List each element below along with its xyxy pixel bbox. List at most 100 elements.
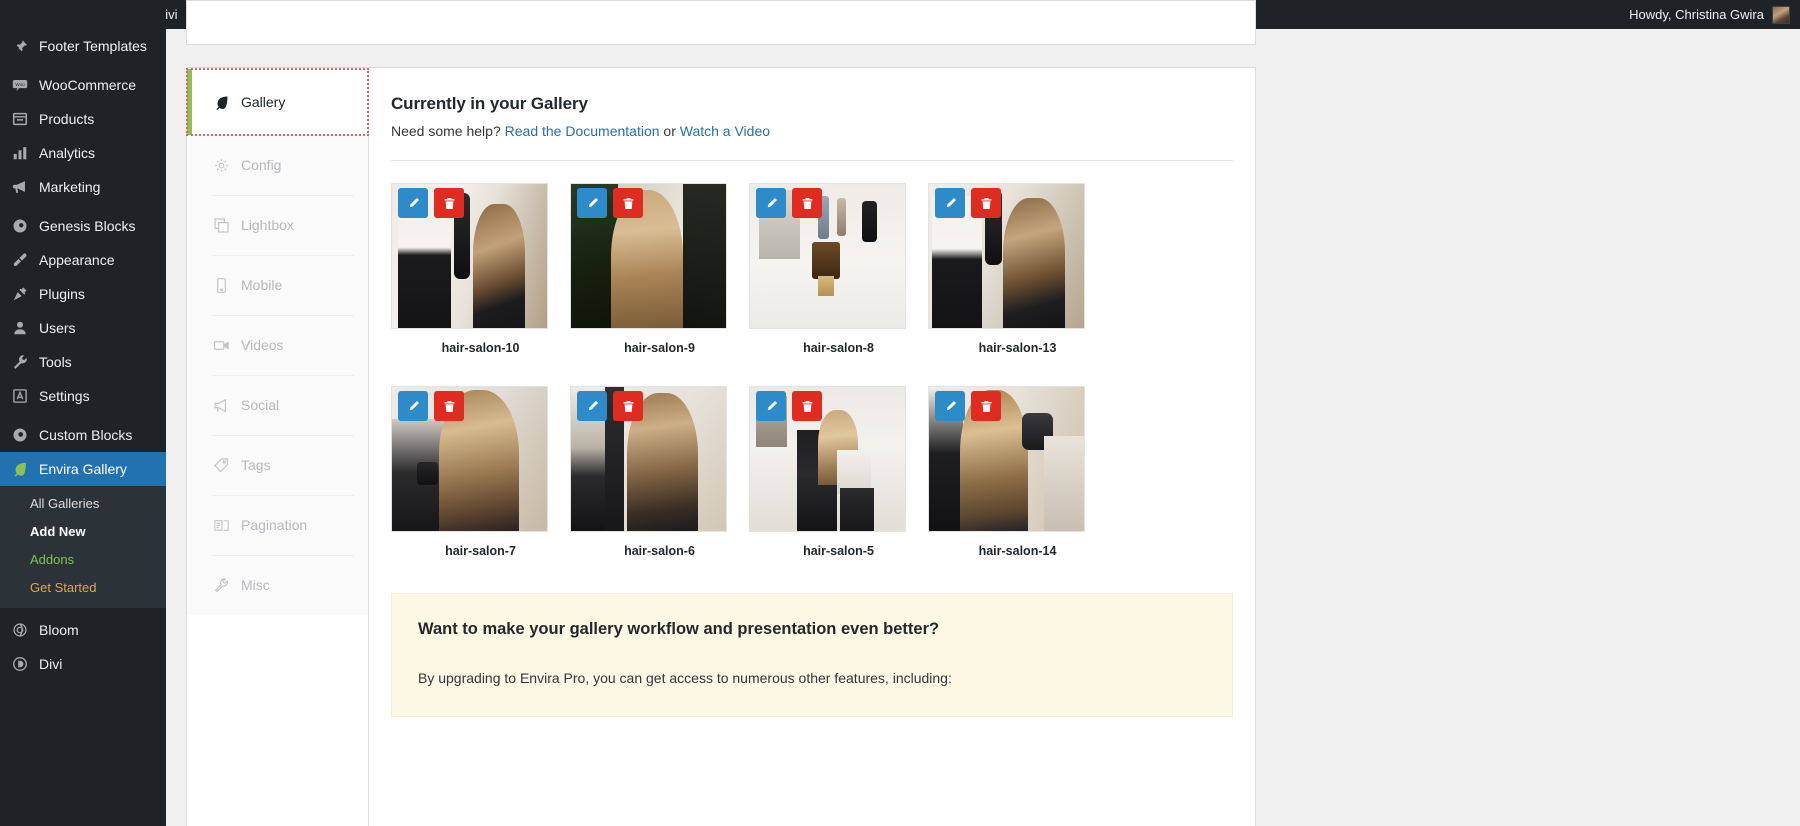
- sidebar-item-woocommerce[interactable]: Woo WooCommerce: [0, 68, 166, 102]
- submenu-item-add-new[interactable]: Add New: [0, 518, 166, 546]
- tab-videos[interactable]: Videos: [187, 315, 368, 375]
- gallery-item-caption: hair-salon-8: [749, 329, 928, 368]
- trash-icon[interactable]: [613, 391, 643, 421]
- sidebar-item-divi[interactable]: Divi: [0, 647, 166, 681]
- gallery-item-card[interactable]: [749, 183, 906, 329]
- pencil-icon[interactable]: [577, 391, 607, 421]
- gallery-item[interactable]: hair-salon-13: [928, 183, 1107, 368]
- genesis-icon: [10, 216, 30, 236]
- gallery-item-actions: [756, 188, 822, 218]
- tab-label: Pagination: [241, 517, 308, 533]
- read-documentation-link[interactable]: Read the Documentation: [505, 123, 660, 139]
- submenu-item-all-galleries[interactable]: All Galleries: [0, 490, 166, 518]
- submenu-item-get-started[interactable]: Get Started: [0, 574, 166, 602]
- pencil-icon[interactable]: [398, 188, 428, 218]
- sidebar-item-custom-blocks[interactable]: Custom Blocks: [0, 418, 166, 452]
- help-prefix: Need some help?: [391, 123, 501, 139]
- trash-icon[interactable]: [613, 188, 643, 218]
- tab-tags[interactable]: Tags: [187, 435, 368, 495]
- trash-icon[interactable]: [792, 391, 822, 421]
- gallery-settings-tabs: Gallery Config Lightbox Mobile Videos So…: [186, 68, 369, 826]
- tab-gallery[interactable]: Gallery: [186, 68, 369, 136]
- help-or: or: [663, 123, 676, 139]
- trash-icon[interactable]: [971, 391, 1001, 421]
- sidebar-item-label: Users: [39, 320, 76, 336]
- trash-icon[interactable]: [792, 188, 822, 218]
- sidebar-item-label: Bloom: [39, 622, 79, 638]
- tab-misc[interactable]: Misc: [187, 555, 368, 615]
- sidebar-item-appearance[interactable]: Appearance: [0, 243, 166, 277]
- users-icon: [10, 318, 30, 338]
- sidebar-item-label: Marketing: [39, 179, 101, 195]
- sidebar-item-products[interactable]: Products: [0, 102, 166, 136]
- gallery-item-actions: [577, 391, 643, 421]
- wrench-icon: [212, 576, 230, 594]
- divider: [391, 160, 1233, 161]
- gallery-item-card[interactable]: [928, 386, 1085, 532]
- gallery-item-card[interactable]: [749, 386, 906, 532]
- tab-social[interactable]: Social: [187, 375, 368, 435]
- tab-label: Tags: [241, 457, 271, 473]
- screen-root: ⓪ My Sites Divi 7: [0, 0, 1800, 826]
- howdy-label[interactable]: Howdy, Christina Gwira: [1629, 7, 1764, 22]
- gallery-item-caption: hair-salon-9: [570, 329, 749, 368]
- help-line: Need some help? Read the Documentation o…: [391, 123, 1233, 139]
- pencil-icon[interactable]: [577, 188, 607, 218]
- trash-icon[interactable]: [434, 188, 464, 218]
- woocommerce-icon: Woo: [10, 75, 30, 95]
- gallery-item[interactable]: hair-salon-8: [749, 183, 928, 368]
- watch-video-link[interactable]: Watch a Video: [680, 123, 770, 139]
- gallery-item-caption: hair-salon-7: [391, 532, 570, 571]
- sidebar-item-label: WooCommerce: [39, 77, 136, 93]
- gallery-item[interactable]: hair-salon-7: [391, 386, 570, 571]
- sidebar-item-label: Divi: [39, 656, 63, 672]
- tab-label: Mobile: [241, 277, 283, 293]
- pencil-icon[interactable]: [756, 188, 786, 218]
- upsell-banner: Want to make your gallery workflow and p…: [391, 593, 1233, 717]
- gallery-item-card[interactable]: [570, 183, 727, 329]
- sidebar-item-envira-gallery[interactable]: Envira Gallery: [0, 452, 166, 486]
- page-title: Currently in your Gallery: [391, 94, 588, 113]
- gallery-item[interactable]: hair-salon-9: [570, 183, 749, 368]
- sidebar-item-analytics[interactable]: Analytics: [0, 136, 166, 170]
- tab-lightbox[interactable]: Lightbox: [187, 195, 368, 255]
- sidebar-item-tools[interactable]: Tools: [0, 345, 166, 379]
- submenu-item-addons[interactable]: Addons: [0, 546, 166, 574]
- sidebar-item-marketing[interactable]: Marketing: [0, 170, 166, 204]
- pencil-icon[interactable]: [935, 391, 965, 421]
- gallery-item-caption: hair-salon-13: [928, 329, 1107, 368]
- tab-pagination[interactable]: Pagination: [187, 495, 368, 555]
- sidebar-item-settings[interactable]: Settings: [0, 379, 166, 413]
- tab-label: Misc: [241, 577, 270, 593]
- tab-mobile[interactable]: Mobile: [187, 255, 368, 315]
- sidebar-item-plugins[interactable]: Plugins: [0, 277, 166, 311]
- gallery-item[interactable]: hair-salon-6: [570, 386, 749, 571]
- sidebar-item-label: Envira Gallery: [39, 461, 127, 477]
- pagination-icon: [212, 516, 230, 534]
- sidebar-item-label: Settings: [39, 388, 90, 404]
- gallery-item[interactable]: hair-salon-14: [928, 386, 1107, 571]
- pencil-icon[interactable]: [398, 391, 428, 421]
- gallery-item-card[interactable]: [928, 183, 1085, 329]
- sidebar-item-users[interactable]: Users: [0, 311, 166, 345]
- settings-icon: [10, 386, 30, 406]
- tab-config[interactable]: Config: [187, 135, 368, 195]
- trash-icon[interactable]: [971, 188, 1001, 218]
- pencil-icon[interactable]: [756, 391, 786, 421]
- gallery-item[interactable]: hair-salon-5: [749, 386, 928, 571]
- sidebar-item-footer-templates[interactable]: Footer Templates: [0, 29, 166, 63]
- avatar[interactable]: [1772, 5, 1790, 24]
- gallery-item-card[interactable]: [570, 386, 727, 532]
- sidebar-item-genesis-blocks[interactable]: Genesis Blocks: [0, 209, 166, 243]
- pencil-icon[interactable]: [935, 188, 965, 218]
- gallery-item-card[interactable]: [391, 183, 548, 329]
- tab-label: Videos: [241, 337, 284, 353]
- sidebar-item-bloom[interactable]: Bloom: [0, 613, 166, 647]
- trash-icon[interactable]: [434, 391, 464, 421]
- envira-leaf-icon: [10, 459, 30, 479]
- megaphone-icon: [212, 396, 230, 414]
- gallery-item-actions: [935, 188, 1001, 218]
- marketing-icon: [10, 177, 30, 197]
- gallery-item-card[interactable]: [391, 386, 548, 532]
- gallery-item[interactable]: hair-salon-10: [391, 183, 570, 368]
